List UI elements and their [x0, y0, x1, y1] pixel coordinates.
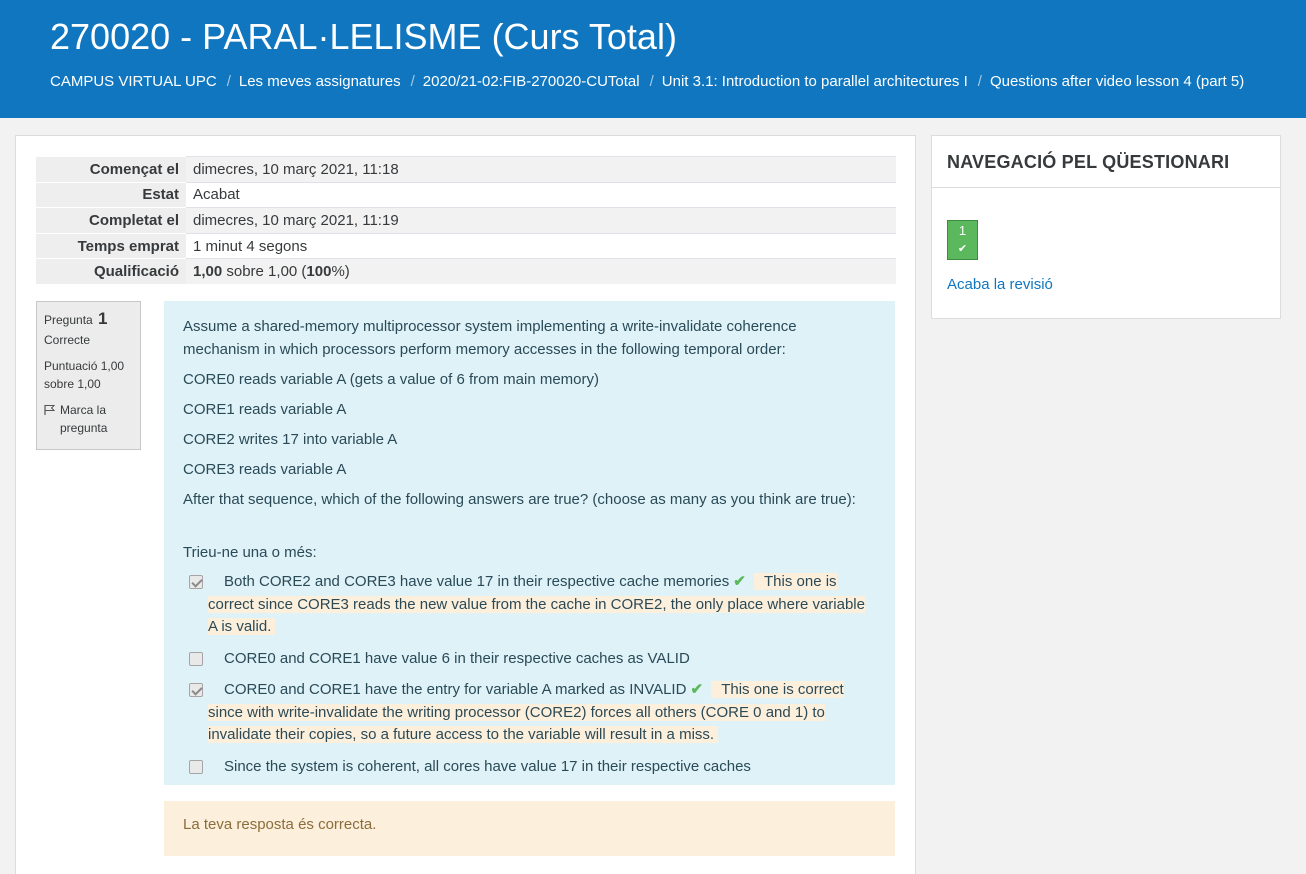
question-step: CORE1 reads variable A	[183, 401, 347, 418]
summary-row-completed: Completat el dimecres, 10 març 2021, 11:…	[36, 207, 896, 234]
breadcrumb-item-campus[interactable]: CAMPUS VIRTUAL UPC	[50, 72, 217, 92]
quiz-navigation-title: NAVEGACIÓ PEL QÜESTIONARI	[932, 136, 1280, 188]
summary-grade-value: 1,00 sobre 1,00 (100%)	[186, 258, 896, 285]
answer-prompt: Trieu-ne una o més:	[183, 544, 317, 561]
question-nav-button[interactable]: 1 ✔	[947, 220, 978, 260]
breadcrumb-separator: /	[226, 73, 231, 90]
breadcrumb-separator: /	[410, 73, 415, 90]
question-state: Correcte	[44, 333, 91, 347]
breadcrumb-item-quiz[interactable]: Questions after video lesson 4 (part 5)	[990, 72, 1244, 92]
question-label: Pregunta	[44, 313, 93, 327]
question-step: CORE3 reads variable A	[183, 461, 347, 478]
answer-option: CORE0 and CORE1 have the entry for varia…	[183, 679, 876, 747]
summary-label: Completat el	[36, 207, 186, 234]
correct-check-icon: ✔	[690, 681, 704, 698]
summary-value: Acabat	[186, 181, 896, 208]
breadcrumb-item-unit[interactable]: Unit 3.1: Introduction to parallel archi…	[662, 72, 968, 92]
flag-question-link[interactable]: Marca la pregunta	[44, 401, 133, 437]
question-score: Puntuació 1,00 sobre 1,00	[44, 359, 125, 391]
answer-option: Since the system is coherent, all cores …	[183, 756, 876, 779]
question-number: 1	[98, 309, 108, 328]
summary-value: dimecres, 10 març 2021, 11:18	[186, 156, 896, 183]
answer-text: CORE0 and CORE1 have the entry for varia…	[224, 681, 687, 698]
summary-row-started: Començat el dimecres, 10 març 2021, 11:1…	[36, 156, 896, 183]
breadcrumb: CAMPUS VIRTUAL UPC / Les meves assignatu…	[50, 72, 1244, 92]
answer-option: CORE0 and CORE1 have value 6 in their re…	[183, 648, 876, 671]
grade-of: sobre 1,00 (	[222, 263, 307, 281]
summary-row-grade: Qualificació 1,00 sobre 1,00 (100%)	[36, 258, 896, 285]
question-formulation: Assume a shared-memory multiprocessor sy…	[164, 301, 895, 785]
summary-row-state: Estat Acabat	[36, 181, 896, 208]
breadcrumb-separator: /	[977, 73, 982, 90]
grade-score: 1,00	[193, 263, 223, 281]
answer-checkbox[interactable]	[189, 651, 203, 666]
quiz-navigation-block: NAVEGACIÓ PEL QÜESTIONARI 1 ✔ Acaba la r…	[931, 135, 1281, 319]
question-step: CORE0 reads variable A (gets a value of …	[183, 371, 600, 388]
question-step: CORE2 writes 17 into variable A	[183, 431, 398, 448]
answer-option: Both CORE2 and CORE3 have value 17 in th…	[183, 571, 876, 639]
question-text: After that sequence, which of the follow…	[183, 491, 856, 508]
correct-check-icon: ✔	[733, 573, 746, 590]
question-intro: Assume a shared-memory multiprocessor sy…	[183, 318, 797, 358]
flag-question-label: Marca la pregunta	[60, 403, 108, 435]
main-content: Començat el dimecres, 10 març 2021, 11:1…	[15, 135, 916, 874]
answer-text: Both CORE2 and CORE3 have value 17 in th…	[224, 573, 730, 590]
page-title: 270020 - PARAL·LELISME (Curs Total)	[50, 16, 677, 57]
grade-percent: 100	[306, 263, 332, 281]
check-icon: ✔	[957, 243, 968, 255]
page-header: 270020 - PARAL·LELISME (Curs Total) CAMP…	[0, 0, 1306, 118]
breadcrumb-item-course[interactable]: 2020/21-02:FIB-270020-CUTotal	[423, 72, 640, 92]
summary-label: Temps emprat	[36, 232, 186, 259]
outcome-message: La teva resposta és correcta.	[164, 801, 895, 856]
summary-label: Començat el	[36, 156, 186, 183]
question-nav-number: 1	[958, 223, 967, 238]
grade-suffix: %)	[331, 263, 350, 281]
question-info-box: Pregunta 1 Correcte Puntuació 1,00 sobre…	[36, 301, 141, 450]
answer-text: CORE0 and CORE1 have value 6 in their re…	[224, 649, 690, 667]
summary-value: 1 minut 4 segons	[186, 232, 896, 259]
breadcrumb-item-my-courses[interactable]: Les meves assignatures	[239, 72, 401, 92]
flag-icon	[44, 405, 56, 415]
answer-checkbox[interactable]	[189, 683, 203, 697]
answer-checkbox[interactable]	[189, 575, 203, 589]
finish-review-link[interactable]: Acaba la revisió	[947, 276, 1053, 293]
breadcrumb-separator: /	[649, 73, 654, 90]
attempt-summary-table: Començat el dimecres, 10 març 2021, 11:1…	[36, 156, 896, 285]
summary-value: dimecres, 10 març 2021, 11:19	[186, 207, 896, 234]
summary-row-time-taken: Temps emprat 1 minut 4 segons	[36, 232, 896, 259]
summary-label: Estat	[36, 181, 186, 208]
answer-checkbox[interactable]	[189, 759, 203, 774]
answer-text: Since the system is coherent, all cores …	[224, 757, 751, 775]
summary-label: Qualificació	[36, 258, 186, 285]
